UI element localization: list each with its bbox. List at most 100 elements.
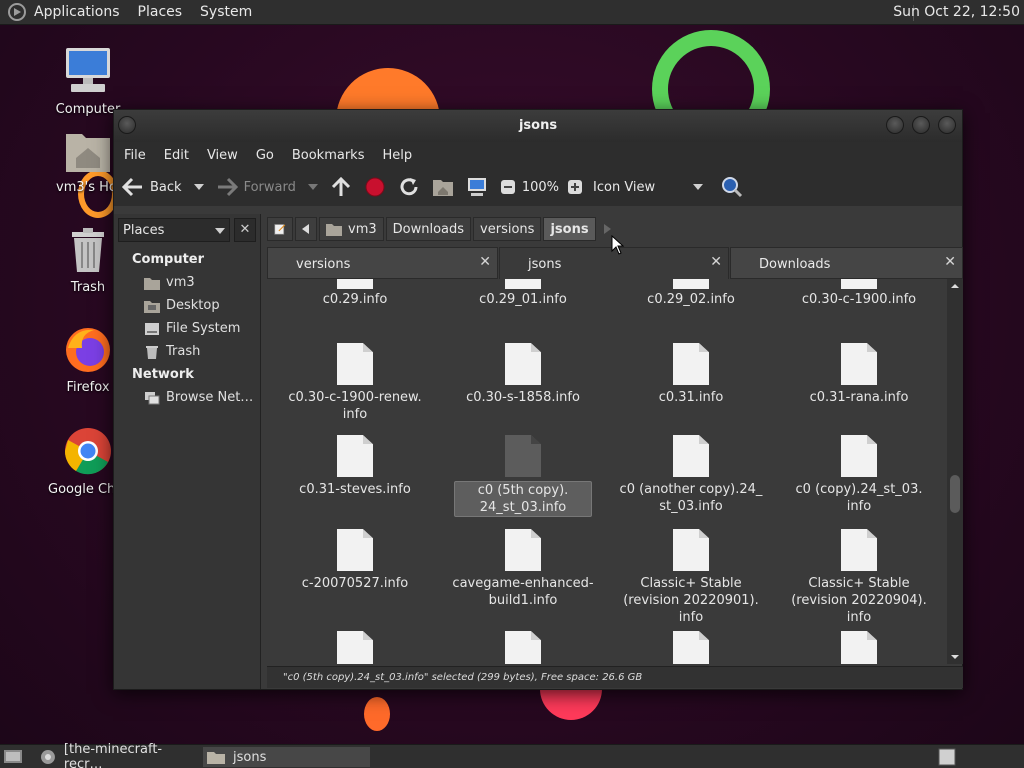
menu-help[interactable]: Help bbox=[382, 148, 412, 163]
text-file-icon bbox=[505, 343, 541, 385]
file-item[interactable] bbox=[775, 631, 943, 664]
window-titlebar[interactable]: jsons bbox=[114, 110, 962, 142]
forward-history-dropdown[interactable] bbox=[307, 184, 318, 190]
computer-button[interactable] bbox=[466, 177, 488, 197]
maximize-button[interactable] bbox=[912, 116, 930, 134]
menu-places[interactable]: Places bbox=[138, 4, 183, 20]
close-tab-icon[interactable]: ✕ bbox=[944, 254, 956, 270]
stop-button[interactable] bbox=[364, 176, 386, 198]
up-button[interactable] bbox=[330, 176, 352, 198]
file-item[interactable]: c0.29.info bbox=[271, 279, 439, 308]
back-history-dropdown[interactable] bbox=[193, 184, 204, 190]
file-item[interactable]: Classic+ Stable (revision 20220901). inf… bbox=[607, 529, 775, 626]
file-item[interactable] bbox=[271, 631, 439, 664]
vertical-scrollbar[interactable] bbox=[947, 279, 963, 664]
text-file-icon bbox=[673, 631, 709, 664]
zoom-out-button[interactable] bbox=[500, 179, 516, 195]
file-item[interactable]: c0.31.info bbox=[607, 343, 775, 406]
view-mode-dropdown[interactable] bbox=[693, 184, 704, 190]
close-tab-icon[interactable]: ✕ bbox=[710, 254, 722, 270]
tab-downloads[interactable]: Downloads ✕ bbox=[730, 247, 963, 279]
sidebar-item-vm3[interactable]: vm3 bbox=[144, 275, 195, 290]
scrollbar-thumb[interactable] bbox=[950, 475, 960, 513]
menu-system[interactable]: System bbox=[200, 4, 252, 20]
file-item[interactable] bbox=[439, 631, 607, 664]
breadcrumb-jsons[interactable]: jsons bbox=[543, 217, 596, 241]
file-manager-window: jsons File Edit View Go Bookmarks Help B… bbox=[113, 109, 963, 690]
search-button[interactable] bbox=[721, 176, 743, 198]
menu-file[interactable]: File bbox=[124, 148, 146, 163]
breadcrumb-downloads[interactable]: Downloads bbox=[385, 217, 472, 241]
taskbar-item-chrome[interactable]: [the-minecraft-recr… bbox=[36, 742, 200, 768]
breadcrumb-scroll-left[interactable] bbox=[295, 217, 317, 241]
file-name: c0 (copy).24_st_03. info bbox=[795, 482, 923, 514]
back-button[interactable]: Back bbox=[122, 176, 182, 198]
file-item[interactable] bbox=[607, 631, 775, 664]
menu-edit[interactable]: Edit bbox=[164, 148, 189, 163]
firefox-icon bbox=[66, 328, 110, 372]
file-item[interactable]: c0.30-c-1900-renew. info bbox=[271, 343, 439, 423]
sidebar-item-desktop[interactable]: Desktop bbox=[144, 298, 220, 313]
clock[interactable]: Sun Oct 22, 12:50 bbox=[893, 4, 1020, 20]
sidebar-item-label: Trash bbox=[166, 344, 201, 359]
file-item[interactable]: Classic+ Stable (revision 20220904). inf… bbox=[775, 529, 943, 626]
file-item-selected[interactable]: c0 (5th copy). 24_st_03.info bbox=[439, 435, 607, 517]
scroll-up-icon[interactable] bbox=[947, 281, 963, 291]
file-item[interactable]: c0.30-c-1900.info bbox=[775, 279, 943, 308]
forward-button[interactable]: Forward bbox=[216, 176, 296, 198]
home-button[interactable] bbox=[432, 177, 454, 197]
file-item[interactable]: c0.29_01.info bbox=[439, 279, 607, 308]
text-file-icon bbox=[841, 279, 877, 289]
file-name: c0.30-c-1900-renew. info bbox=[288, 390, 422, 422]
text-file-icon bbox=[673, 343, 709, 385]
zoom-level[interactable]: 100% bbox=[522, 180, 559, 195]
sidebar-item-trash[interactable]: Trash bbox=[144, 344, 200, 359]
show-desktop-icon[interactable] bbox=[3, 748, 23, 766]
text-file-icon bbox=[505, 435, 541, 477]
bottom-panel: [the-minecraft-recr… jsons bbox=[0, 742, 1024, 768]
status-bar: "c0 (5th copy).24_st_03.info" selected (… bbox=[267, 666, 963, 688]
file-item[interactable]: cavegame-enhanced- build1.info bbox=[439, 529, 607, 609]
file-item[interactable]: c0.31-rana.info bbox=[775, 343, 943, 406]
menu-bookmarks[interactable]: Bookmarks bbox=[292, 148, 365, 163]
sidebar-item-file-system[interactable]: File System bbox=[144, 321, 240, 336]
menu-applications[interactable]: Applications bbox=[34, 4, 120, 20]
sidebar-close-button[interactable]: ✕ bbox=[234, 218, 256, 242]
zoom-in-button[interactable] bbox=[567, 179, 583, 195]
file-name: c0 (another copy).24_ st_03.info bbox=[619, 482, 763, 514]
menu-view[interactable]: View bbox=[207, 148, 238, 163]
breadcrumb-versions[interactable]: versions bbox=[473, 217, 542, 241]
file-item[interactable]: c-20070527.info bbox=[271, 529, 439, 592]
top-panel: Applications Places System Sun Oct 22, 1… bbox=[0, 0, 1024, 25]
minimize-button[interactable] bbox=[886, 116, 904, 134]
file-name: c0.29.info bbox=[322, 292, 388, 307]
file-item[interactable]: c0.31-steves.info bbox=[271, 435, 439, 498]
text-file-icon bbox=[841, 343, 877, 385]
chevron-right-icon[interactable] bbox=[603, 224, 612, 234]
breadcrumb-vm3[interactable]: vm3 bbox=[319, 217, 384, 241]
file-item[interactable]: c0.29_02.info bbox=[607, 279, 775, 308]
close-button[interactable] bbox=[938, 116, 956, 134]
menu-go[interactable]: Go bbox=[256, 148, 274, 163]
view-mode-select[interactable]: Icon View bbox=[593, 180, 681, 195]
tab-label: jsons bbox=[528, 257, 562, 272]
icon-view[interactable]: c0.29.info c0.29_01.info c0.29_02.info c0.3… bbox=[267, 279, 947, 664]
scroll-down-icon[interactable] bbox=[947, 652, 963, 662]
reload-icon bbox=[400, 178, 418, 196]
reload-button[interactable] bbox=[398, 176, 420, 198]
close-tab-icon[interactable]: ✕ bbox=[479, 254, 491, 270]
sidebar-item-browse-network[interactable]: Browse Net… bbox=[144, 390, 253, 405]
sidebar-type-select[interactable]: Places bbox=[118, 218, 230, 242]
desktop-icon-computer[interactable]: Computer bbox=[40, 46, 136, 117]
file-item[interactable]: c0 (copy).24_st_03. info bbox=[775, 435, 943, 515]
file-item[interactable]: c0.30-s-1858.info bbox=[439, 343, 607, 406]
tab-versions[interactable]: versions ✕ bbox=[267, 247, 498, 279]
home-folder-icon bbox=[144, 277, 160, 290]
file-item[interactable]: c0 (another copy).24_ st_03.info bbox=[607, 435, 775, 515]
file-name: Classic+ Stable (revision 20220901). inf… bbox=[623, 576, 759, 625]
workspace-switcher-icon[interactable] bbox=[938, 748, 956, 766]
text-file-icon bbox=[841, 529, 877, 571]
toggle-location-entry-button[interactable] bbox=[267, 217, 293, 241]
taskbar-item-jsons[interactable]: jsons bbox=[203, 747, 370, 767]
mate-logo-icon[interactable] bbox=[8, 3, 26, 21]
